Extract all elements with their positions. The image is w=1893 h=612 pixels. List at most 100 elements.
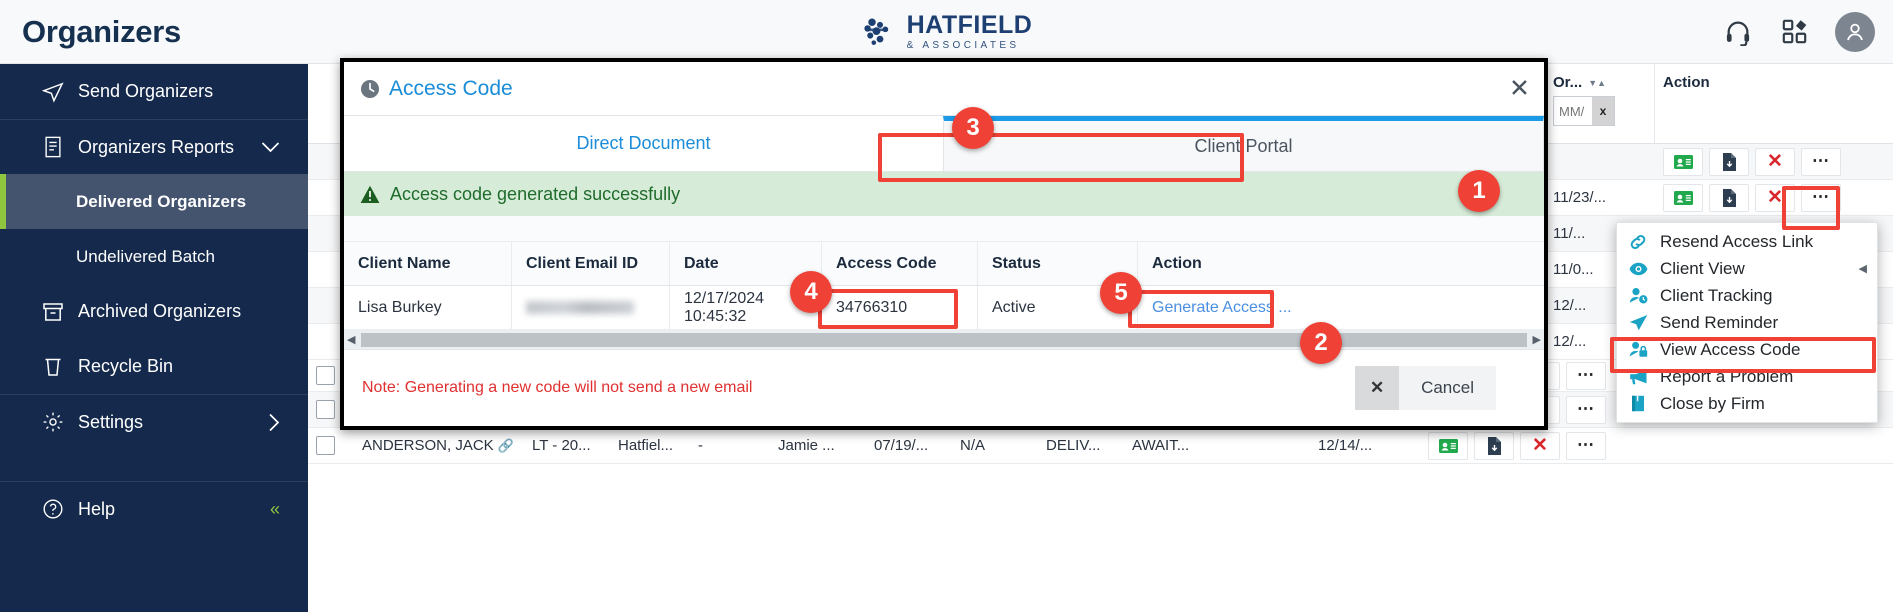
send-icon bbox=[42, 81, 64, 103]
modal-title-text: Access Code bbox=[389, 76, 513, 100]
row-checkbox[interactable] bbox=[316, 366, 335, 385]
document-download-icon[interactable] bbox=[1709, 147, 1749, 176]
more-dots-icon[interactable]: ⋯ bbox=[1566, 395, 1606, 424]
cancel-button-label: Cancel bbox=[1421, 378, 1474, 397]
menu-item-client-tracking[interactable]: Client Tracking bbox=[1617, 282, 1877, 309]
annotation-badge-2: 2 bbox=[1300, 322, 1342, 364]
hatfield-mark-icon bbox=[863, 17, 888, 45]
sidebar-item-label: Send Organizers bbox=[78, 81, 214, 101]
clock-icon bbox=[360, 79, 380, 99]
user-avatar-icon[interactable] bbox=[1835, 11, 1875, 52]
tab-direct-document[interactable]: Direct Document bbox=[344, 116, 943, 171]
x-icon: ✕ bbox=[1355, 366, 1400, 410]
sidebar-item-label: Archived Organizers bbox=[78, 301, 242, 321]
menu-item-label: Client View bbox=[1660, 258, 1745, 278]
scroll-left-icon[interactable]: ◀ bbox=[347, 333, 355, 346]
menu-item-label: Client Tracking bbox=[1660, 285, 1773, 305]
sidebar-item-recycle-bin[interactable]: Recycle Bin bbox=[0, 339, 308, 394]
date-filter-clear[interactable]: x bbox=[1592, 97, 1614, 125]
book-icon bbox=[1627, 395, 1649, 412]
scrollbar-thumb[interactable] bbox=[361, 332, 1527, 347]
grid-cell: LT - 20... bbox=[532, 437, 591, 454]
collapse-sidebar-icon[interactable]: « bbox=[270, 499, 280, 520]
annotation-box-2 bbox=[1610, 337, 1876, 373]
sidebar-item-organizers-reports[interactable]: Organizers Reports bbox=[0, 119, 308, 174]
grid-header-label: Or... bbox=[1553, 74, 1583, 91]
table-header-row: Client Name Client Email ID Date Access … bbox=[344, 242, 1544, 286]
menu-item-label: Send Reminder bbox=[1660, 312, 1779, 332]
sidebar-item-settings[interactable]: Settings bbox=[0, 394, 308, 449]
grid-cell: Hatfiel... bbox=[618, 437, 674, 454]
sidebar: Send Organizers Organizers Reports Deliv… bbox=[0, 64, 308, 612]
grid-cell-date: 11/23/... bbox=[1553, 189, 1607, 206]
annotation-badge-4: 4 bbox=[790, 271, 832, 313]
send-icon bbox=[1627, 314, 1649, 331]
sidebar-item-label: Undelivered Batch bbox=[76, 246, 215, 266]
modal-footer: Note: Generating a new code will not sen… bbox=[344, 350, 1544, 426]
date-filter-input[interactable] bbox=[1554, 97, 1592, 125]
top-bar-icons bbox=[1723, 11, 1875, 52]
grid-cell: 12/14/... bbox=[1318, 437, 1373, 454]
row-checkbox[interactable] bbox=[316, 436, 335, 455]
brand-logo: HATFIELD & ASSOCIATES bbox=[861, 12, 1033, 51]
sidebar-item-undelivered-batch[interactable]: Undelivered Batch bbox=[0, 229, 308, 284]
sort-icon[interactable]: ▼▲ bbox=[1588, 78, 1606, 88]
headset-icon[interactable] bbox=[1723, 17, 1753, 47]
grid-header-action: Action bbox=[1655, 64, 1893, 144]
more-dots-icon[interactable]: ⋯ bbox=[1566, 431, 1606, 460]
scroll-right-icon[interactable]: ▶ bbox=[1533, 333, 1541, 346]
contact-card-icon[interactable] bbox=[1663, 183, 1703, 212]
apps-icon[interactable] bbox=[1779, 17, 1809, 47]
gear-icon bbox=[42, 411, 64, 433]
redacted-email bbox=[526, 301, 634, 314]
menu-item-label: Close by Firm bbox=[1660, 393, 1765, 413]
delete-x-icon[interactable]: ✕ bbox=[1520, 431, 1560, 460]
annotation-box-4 bbox=[818, 289, 958, 329]
row-context-menu: Resend Access Link Client View ◀ Client … bbox=[1616, 222, 1878, 423]
row-checkbox[interactable] bbox=[316, 400, 335, 419]
modal-title: Access Code bbox=[360, 77, 513, 101]
date-filter[interactable]: x bbox=[1553, 96, 1615, 126]
annotation-badge-5: 5 bbox=[1100, 272, 1142, 314]
horizontal-scrollbar[interactable]: ◀ ▶ bbox=[344, 330, 1544, 350]
menu-item-client-view[interactable]: Client View ◀ bbox=[1617, 255, 1877, 282]
sidebar-item-label: Help bbox=[78, 498, 116, 519]
grid-cell: Jamie ... bbox=[778, 437, 835, 454]
warning-icon bbox=[360, 185, 380, 204]
cancel-button[interactable]: ✕ Cancel bbox=[1355, 366, 1496, 410]
sidebar-item-archived-organizers[interactable]: Archived Organizers bbox=[0, 284, 308, 339]
cell-client-email bbox=[512, 286, 670, 329]
contact-card-icon[interactable] bbox=[1428, 431, 1468, 460]
grid-cell: 07/19/... bbox=[874, 437, 929, 454]
table-row[interactable]: ANDERSON, JACK 🔗 LT - 20... Hatfiel... -… bbox=[308, 428, 1893, 464]
document-download-icon[interactable] bbox=[1474, 431, 1514, 460]
submenu-arrow-icon: ◀ bbox=[1858, 263, 1867, 275]
grid-cell: AWAIT... bbox=[1132, 437, 1190, 454]
sidebar-item-label: Recycle Bin bbox=[78, 356, 174, 376]
top-bar: Organizers HATFIELD & ASSOCIATES bbox=[0, 0, 1893, 64]
menu-item-close-by-firm[interactable]: Close by Firm bbox=[1617, 390, 1877, 417]
menu-item-send-reminder[interactable]: Send Reminder bbox=[1617, 309, 1877, 336]
chevron-down-icon bbox=[261, 141, 280, 153]
more-dots-icon[interactable]: ⋯ bbox=[1566, 361, 1606, 390]
table-toolbar-spacer bbox=[344, 216, 1544, 242]
more-dots-icon[interactable]: ⋯ bbox=[1801, 147, 1841, 176]
sidebar-item-help[interactable]: Help « bbox=[0, 481, 308, 536]
delete-x-icon[interactable]: ✕ bbox=[1755, 147, 1795, 176]
contact-card-icon[interactable] bbox=[1663, 147, 1703, 176]
menu-item-label: Resend Access Link bbox=[1660, 231, 1814, 251]
sidebar-item-delivered-organizers[interactable]: Delivered Organizers bbox=[0, 174, 308, 229]
sidebar-item-send-organizers[interactable]: Send Organizers bbox=[0, 64, 308, 119]
sidebar-item-label: Organizers Reports bbox=[78, 136, 235, 157]
document-download-icon[interactable] bbox=[1709, 183, 1749, 212]
grid-header-organizer-date[interactable]: Or... ▼▲ x bbox=[1545, 64, 1655, 144]
archive-icon bbox=[42, 301, 64, 323]
menu-item-resend-access-link[interactable]: Resend Access Link bbox=[1617, 228, 1877, 255]
grid-header-label: Action bbox=[1663, 74, 1710, 91]
page-title: Organizers bbox=[22, 13, 181, 49]
user-clock-icon bbox=[1627, 287, 1649, 304]
link-icon[interactable]: 🔗 bbox=[498, 438, 514, 454]
close-icon[interactable]: ✕ bbox=[1509, 76, 1530, 101]
grid-cell: - bbox=[698, 437, 703, 454]
